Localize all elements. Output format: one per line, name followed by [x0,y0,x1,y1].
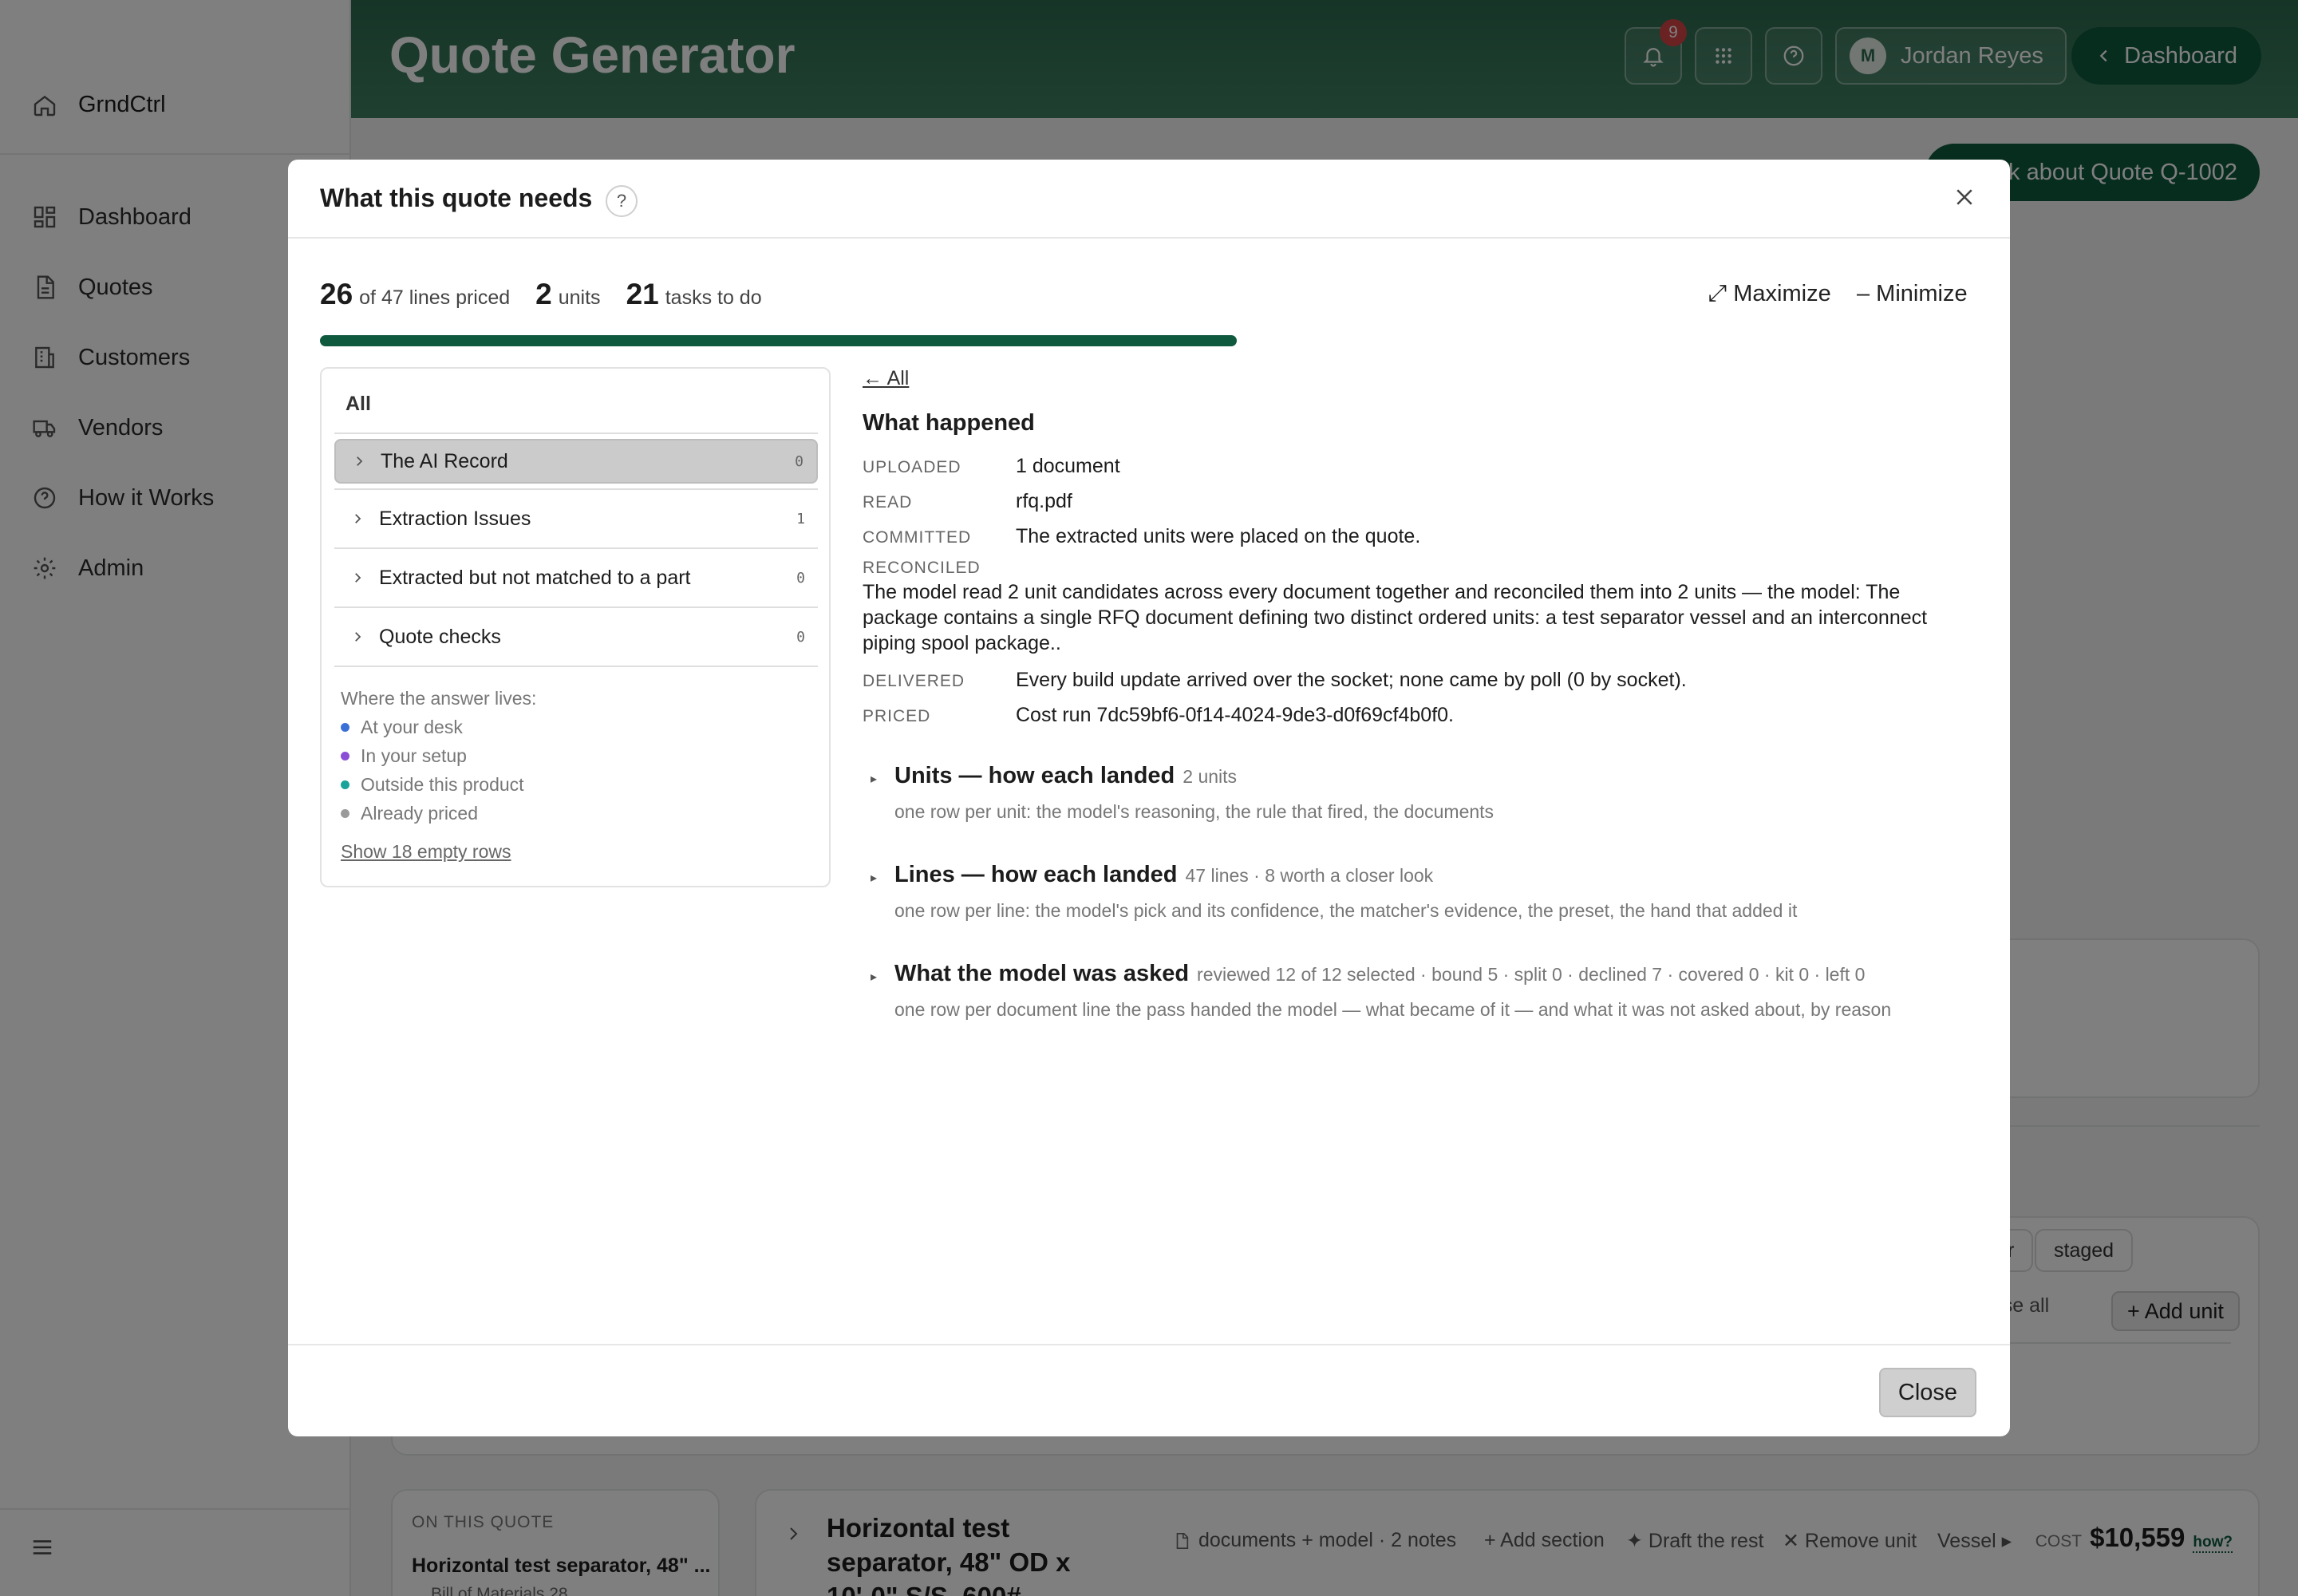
list-item-count: 0 [796,628,805,646]
close-icon[interactable] [1953,185,1976,209]
list-item-label: The AI Record [381,449,508,472]
legend-dot [341,809,349,818]
committed-value: The extracted units were placed on the q… [1016,525,1421,547]
section-meta: 2 units [1183,766,1238,787]
all-filter[interactable]: All [345,393,371,416]
reconciled-value: The model read 2 unit candidates across … [863,581,1928,654]
legend-label: Already priced [361,803,479,824]
priced-key: PRICED [863,707,931,725]
uploaded-value: 1 document [1016,455,1120,477]
list-item-label: Extracted but not matched to a part [379,566,691,589]
legend-item-at-desk: At your desk [341,717,463,738]
section-description: one row per line: the model's pick and i… [894,900,1798,921]
tasks-text: tasks to do [665,286,762,309]
priced-text: of 47 lines priced [359,286,511,309]
category-list: All The AI Record 0 Extraction Issues 1 … [320,367,831,887]
list-divider [334,488,818,490]
list-divider [334,433,818,434]
tasks-count: 21 [626,278,659,310]
chevron-right-icon [352,454,366,468]
list-item-quote-checks[interactable]: Quote checks 0 [334,614,818,659]
list-divider [334,606,818,608]
disclosure-triangle-icon: ▸ [871,970,878,984]
legend-title: Where the answer lives: [341,688,537,709]
legend-dot [341,723,349,732]
list-item-label: Quote checks [379,625,501,648]
dialog-title: What this quote needs [320,184,593,212]
section-meta: reviewed 12 of 12 selected · bound 5 · s… [1197,964,1866,985]
what-happened-heading: What happened [863,410,1035,436]
list-item-not-matched[interactable]: Extracted but not matched to a part 0 [334,555,818,600]
section-title: Lines — how each landed [894,862,1178,887]
list-item-label: Extraction Issues [379,507,531,530]
legend-dot [341,752,349,760]
legend-dot [341,780,349,789]
show-empty-rows-link[interactable]: Show 18 empty rows [341,841,511,863]
read-key: READ [863,493,913,512]
disclosure-triangle-icon: ▸ [871,772,878,786]
list-item-count: 1 [796,510,805,527]
chevron-right-icon [350,630,365,644]
list-divider [334,547,818,549]
legend-label: Outside this product [361,774,524,795]
section-title: Units — how each landed [894,763,1175,788]
dialog-help-button[interactable]: ? [606,185,638,217]
chevron-right-icon [350,571,365,585]
legend-label: At your desk [361,717,463,737]
close-button[interactable]: Close [1879,1368,1976,1417]
minimize-button[interactable]: – Minimize [1857,281,1968,307]
list-item-count: 0 [795,452,804,470]
chevron-right-icon [350,512,365,526]
disclosure-triangle-icon: ▸ [871,871,878,885]
units-count: 2 [535,278,552,310]
back-to-all-link[interactable]: ← All [863,367,909,390]
reconciled-key: RECONCILED [863,559,981,577]
delivered-key: DELIVERED [863,672,965,690]
legend-item-in-setup: In your setup [341,745,467,767]
priced-value: Cost run 7dc59bf6-0f14-4024-9de3-d0f69cf… [1016,704,1454,726]
list-item-extraction-issues[interactable]: Extraction Issues 1 [334,496,818,541]
legend-label: In your setup [361,745,467,766]
section-meta: 47 lines · 8 worth a closer look [1185,865,1434,886]
priced-count: 26 [320,278,353,310]
committed-key: COMMITTED [863,528,972,547]
list-item-ai-record[interactable]: The AI Record 0 [334,439,818,484]
units-text: units [558,286,601,309]
quote-needs-dialog: What this quote needs ? 26 of 47 lines p… [288,160,2010,1436]
legend-item-outside-product: Outside this product [341,774,524,796]
maximize-button[interactable]: ⤢ Maximize [1708,281,1831,307]
quote-stats: 26 of 47 lines priced 2 units 21 tasks t… [320,278,762,311]
section-title: What the model was asked [894,961,1190,986]
section-description: one row per unit: the model's reasoning,… [894,801,1494,822]
dialog-footer: Close [288,1344,2010,1436]
delivered-value: Every build update arrived over the sock… [1016,669,1687,691]
uploaded-key: UPLOADED [863,458,961,476]
read-value: rfq.pdf [1016,490,1072,512]
pricing-progress-bar [320,335,1237,346]
list-divider [334,666,818,667]
section-description: one row per document line the pass hande… [894,999,1892,1020]
list-item-count: 0 [796,569,805,587]
dialog-header: What this quote needs ? [288,160,2010,239]
legend-item-already-priced: Already priced [341,803,478,824]
